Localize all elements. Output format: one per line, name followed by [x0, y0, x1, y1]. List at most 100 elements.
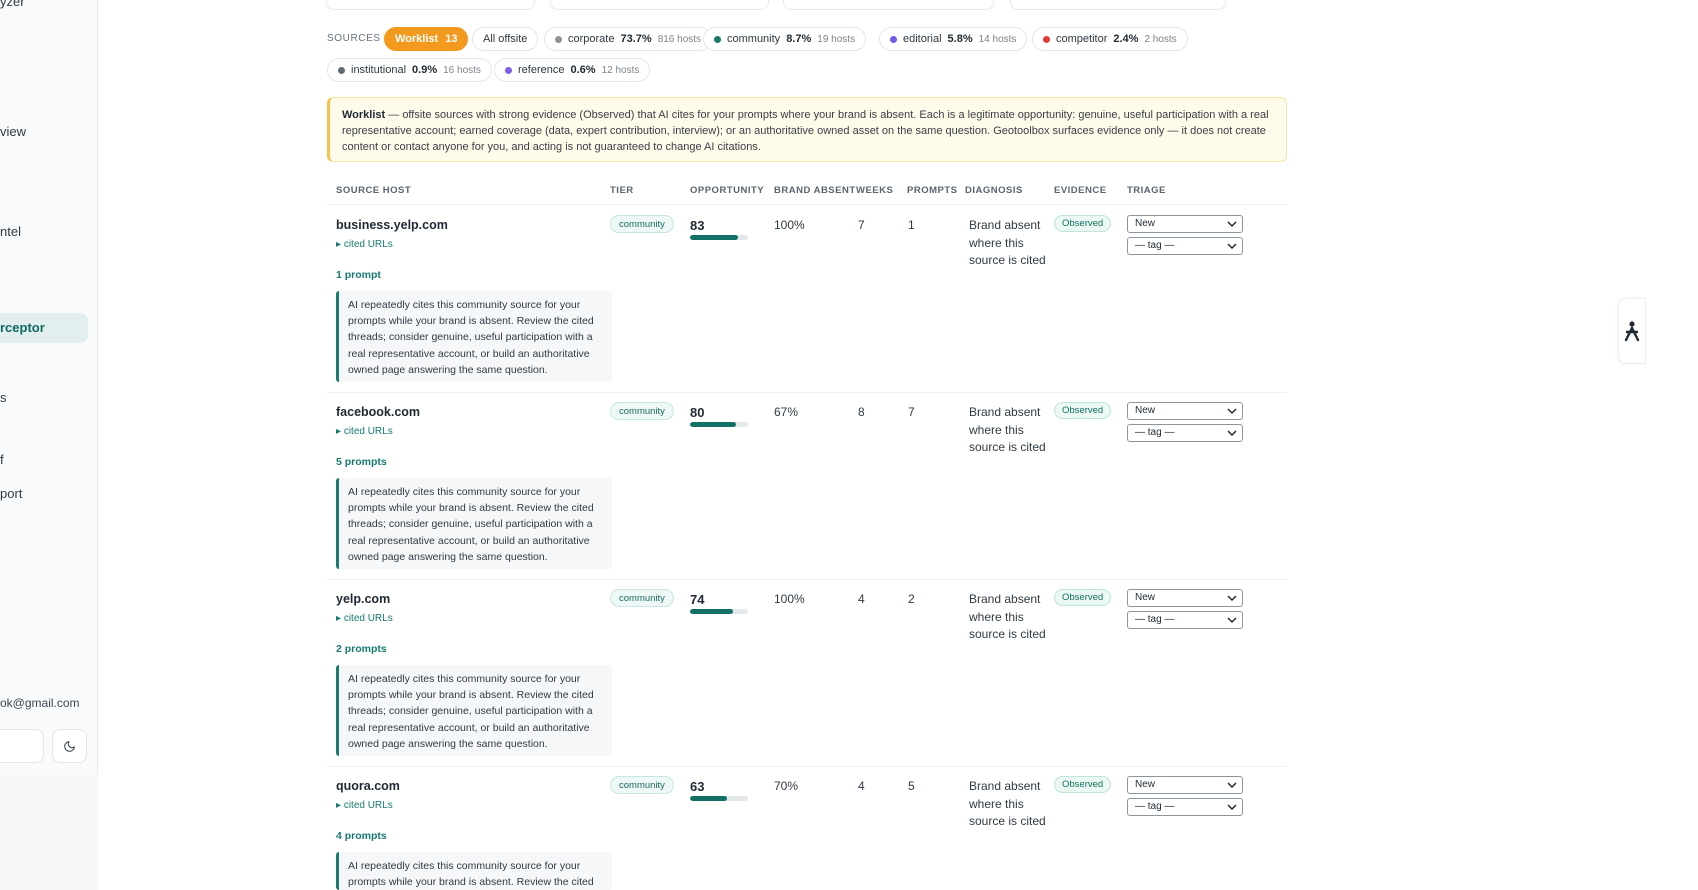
prompts-link[interactable]: 1 prompt: [336, 269, 381, 281]
cited-urls-label: cited URLs: [343, 800, 393, 811]
source-host[interactable]: business.yelp.com: [336, 218, 448, 232]
source-chip-competitor[interactable]: competitor 2.4% 2 hosts: [1032, 27, 1188, 51]
cited-urls-toggle[interactable]: ▸ cited URLs: [336, 426, 393, 437]
source-chip-reference[interactable]: reference 0.6% 12 hosts: [494, 58, 651, 82]
brand-absent-value: 100%: [774, 218, 805, 232]
user-email: ok@gmail.com: [0, 696, 80, 710]
column-header-diagnosis[interactable]: DIAGNOSIS: [965, 185, 1023, 196]
tag-select[interactable]: — tag —: [1127, 237, 1243, 255]
chevron-down-icon: [1227, 782, 1237, 789]
tag-value: — tag —: [1135, 801, 1175, 812]
summary-card: [550, 0, 769, 10]
chip-hosts: 816 hosts: [657, 33, 702, 45]
chip-percent: 2.4%: [1113, 33, 1139, 45]
sidebar-item-label: f: [0, 452, 4, 467]
prompts-link[interactable]: 5 prompts: [336, 456, 387, 468]
tag-select[interactable]: — tag —: [1127, 611, 1243, 629]
column-header-tier[interactable]: TIER: [610, 185, 634, 196]
summary-card: [326, 0, 535, 10]
theme-toggle-button[interactable]: [52, 729, 87, 763]
sidebar-item-analyzer[interactable]: yzer: [0, 0, 25, 9]
source-host[interactable]: facebook.com: [336, 405, 420, 419]
source-host[interactable]: quora.com: [336, 779, 400, 793]
chip-name: institutional: [351, 64, 407, 76]
opportunity-bar-fill: [690, 796, 727, 801]
opportunity-bar: [690, 609, 748, 614]
status-select[interactable]: New: [1127, 776, 1243, 794]
evidence-badge: Observed: [1054, 589, 1112, 606]
column-header-evidence[interactable]: EVIDENCE: [1054, 185, 1107, 196]
column-header-host[interactable]: SOURCE HOST: [336, 185, 411, 196]
column-header-weeks[interactable]: WEEKS: [856, 185, 893, 196]
institutional-dot-icon: [338, 66, 345, 74]
sidebar-item-label: rceptor: [0, 320, 45, 335]
chip-percent: 73.7%: [620, 33, 652, 45]
status-select[interactable]: New: [1127, 402, 1243, 420]
sidebar-item-f[interactable]: f: [0, 452, 4, 467]
source-chip-corporate[interactable]: corporate 73.7% 816 hosts: [544, 27, 713, 51]
sidebar-item-label: view: [0, 124, 27, 139]
main-content: SOURCES Worklist 13 All offsite corporat…: [98, 0, 1698, 890]
column-header-triage[interactable]: TRIAGE: [1127, 185, 1166, 196]
notice-text: — offsite sources with strong evidence (…: [342, 109, 1269, 153]
corporate-dot-icon: [555, 35, 562, 43]
table-header: SOURCE HOST TIER OPPORTUNITY BRAND ABSEN…: [327, 183, 1287, 205]
chip-name: reference: [518, 64, 565, 76]
sidebar-item-overview[interactable]: view: [0, 124, 26, 139]
worklist-filter-chip[interactable]: Worklist 13: [384, 27, 469, 51]
sidebar-item-perceptor[interactable]: rceptor: [0, 313, 88, 343]
accessibility-person-icon: [1624, 321, 1640, 342]
status-select[interactable]: New: [1127, 215, 1243, 233]
cited-urls-toggle[interactable]: ▸ cited URLs: [336, 239, 393, 250]
recommendation-quote: AI repeatedly cites this community sourc…: [336, 665, 612, 756]
column-header-opportunity[interactable]: OPPORTUNITY: [690, 185, 764, 196]
prompts-link[interactable]: 4 prompts: [336, 830, 387, 842]
source-chip-institutional[interactable]: institutional 0.9% 16 hosts: [327, 58, 492, 82]
opportunity-bar-fill: [690, 609, 733, 614]
sidebar-item-s[interactable]: s: [0, 390, 7, 405]
column-header-prompts[interactable]: PROMPTS: [907, 185, 957, 196]
source-chip-editorial[interactable]: editorial 5.8% 14 hosts: [879, 27, 1028, 51]
table-row: facebook.com ▸ cited URLs 5 prompts AI r…: [327, 393, 1287, 580]
chip-hosts: 12 hosts: [601, 64, 640, 76]
chip-hosts: 19 hosts: [817, 33, 856, 45]
prompts-value: 2: [908, 592, 915, 606]
prompts-value: 1: [908, 218, 915, 232]
source-chip-community[interactable]: community 8.7% 19 hosts: [703, 27, 867, 51]
column-header-brand-absent[interactable]: BRAND ABSENT: [774, 185, 856, 196]
table-row: quora.com ▸ cited URLs 4 prompts AI repe…: [327, 767, 1287, 890]
tag-select[interactable]: — tag —: [1127, 424, 1243, 442]
opportunity-bar: [690, 235, 748, 240]
prompts-link[interactable]: 2 prompts: [336, 643, 387, 655]
diagnosis-text: Brand absent where this source is cited: [969, 405, 1046, 454]
chip-hosts: 14 hosts: [978, 33, 1017, 45]
cited-urls-toggle[interactable]: ▸ cited URLs: [336, 800, 393, 811]
recommendation-quote: AI repeatedly cites this community sourc…: [336, 852, 612, 890]
chip-percent: 8.7%: [786, 33, 812, 45]
status-value: New: [1135, 592, 1156, 603]
status-select[interactable]: New: [1127, 589, 1243, 607]
sidebar-item-report[interactable]: port: [0, 486, 22, 501]
source-host[interactable]: yelp.com: [336, 592, 390, 606]
all-offsite-chip[interactable]: All offsite: [472, 27, 539, 51]
status-value: New: [1135, 779, 1156, 790]
sidebar-item-label: ntel: [0, 224, 21, 239]
chip-name: community: [727, 33, 781, 45]
diagnosis-text: Brand absent where this source is cited: [969, 592, 1046, 641]
accessibility-button[interactable]: [1618, 298, 1646, 364]
chip-hosts: 2 hosts: [1144, 33, 1177, 45]
opportunity-bar-fill: [690, 422, 737, 427]
cited-urls-toggle[interactable]: ▸ cited URLs: [336, 613, 393, 624]
sidebar-item-intel[interactable]: ntel: [0, 224, 21, 239]
summary-card: [783, 0, 994, 10]
chevron-down-icon: [1227, 408, 1237, 415]
account-button[interactable]: [0, 729, 44, 763]
prompts-value: 7: [908, 405, 915, 419]
tag-select[interactable]: — tag —: [1127, 798, 1243, 816]
evidence-badge: Observed: [1054, 215, 1112, 232]
brand-absent-value: 70%: [774, 779, 799, 793]
chip-name: corporate: [568, 33, 615, 45]
chip-name: editorial: [903, 33, 942, 45]
cited-urls-label: cited URLs: [343, 613, 393, 624]
sidebar-item-label: port: [0, 486, 23, 501]
